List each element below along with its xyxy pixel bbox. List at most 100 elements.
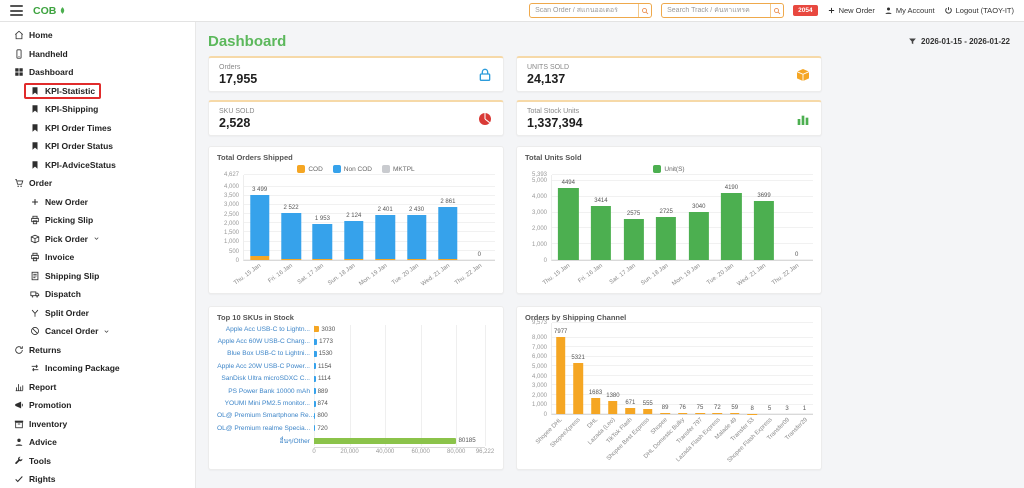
date-range-filter[interactable]: 2026-01-15 - 2026-01-22: [908, 37, 1010, 46]
sku-label[interactable]: OL@ Premium realme Specia...: [217, 425, 314, 432]
sidebar-item-returns[interactable]: Returns: [0, 341, 195, 360]
kpi-card-units-sold: UNITS SOLD 24,137: [516, 56, 822, 92]
sidebar-item-label: KPI-Statistic: [45, 85, 96, 96]
bar-shopee-dhl: 7977: [552, 323, 569, 414]
dashboard-icon: [14, 67, 24, 77]
sku-label[interactable]: OL@ Premium Smartphone Re...: [217, 412, 314, 419]
sidebar-item-pick-order[interactable]: Pick Order: [0, 230, 195, 249]
bookmark-icon: [30, 123, 40, 133]
sku-label[interactable]: PS Power Bank 10000 mAh: [217, 388, 314, 395]
bar-thu-22-jan: 0: [780, 175, 813, 260]
sidebar-item-picking-slip[interactable]: Picking Slip: [0, 211, 195, 230]
kpi-meta: Orders 17,955: [219, 64, 257, 86]
logout-button[interactable]: Logout (TAOY-IT): [944, 6, 1014, 15]
sidebar-item-tools[interactable]: Tools: [0, 452, 195, 471]
sidebar-item-kpi-shipping[interactable]: KPI-Shipping: [0, 100, 195, 119]
kpi-meta: UNITS SOLD 24,137: [527, 64, 569, 86]
power-icon: [944, 6, 953, 15]
legend-item[interactable]: Unit(S): [653, 165, 685, 173]
bar-value: 75: [696, 405, 704, 412]
sidebar-item-home[interactable]: Home: [0, 26, 195, 45]
menu-icon[interactable]: [10, 5, 23, 16]
bar-value: 2 124: [346, 212, 362, 219]
bar-value: 800: [317, 412, 328, 420]
scan-order-input[interactable]: [530, 7, 639, 14]
bar-shopeexpress: 5321: [569, 323, 586, 414]
sidebar: Home Handheld Dashboard KPI-Statistic KPI-Sh…: [0, 22, 196, 488]
sidebar-item-dashboard[interactable]: Dashboard: [0, 63, 195, 82]
barchart-icon: [795, 111, 811, 127]
sku-label[interactable]: อื่นๆ/Other: [217, 435, 314, 446]
bar-value: 3699: [757, 193, 771, 199]
legend-item[interactable]: Non COD: [332, 165, 372, 173]
notification-badge[interactable]: 2054: [793, 5, 818, 16]
sku-label[interactable]: Apple Acc USB-C to Lightn...: [217, 326, 314, 333]
sidebar-item-cancel-order[interactable]: Cancel Order: [0, 322, 195, 341]
sidebar-item-kpi-advicestatus[interactable]: KPI-AdviceStatus: [0, 156, 195, 175]
bar-value: 59: [731, 405, 739, 412]
sidebar-item-kpi-order-status[interactable]: KPI Order Status: [0, 137, 195, 156]
app-logo[interactable]: COB: [33, 5, 67, 17]
sidebar-item-invoice[interactable]: Invoice: [0, 248, 195, 267]
bar-value: 1: [802, 406, 807, 412]
kpi-meta: Total Stock Units 1,337,394: [527, 108, 583, 130]
bar-tiktok-flash: 671: [622, 323, 639, 414]
check-icon: [14, 474, 24, 484]
sidebar-item-rights[interactable]: Rights: [0, 470, 195, 488]
sidebar-item-handheld[interactable]: Handheld: [0, 45, 195, 64]
legend-item[interactable]: COD: [297, 165, 323, 173]
bar-lazada-flash-express: 72: [709, 323, 726, 414]
legend-item[interactable]: MKTPL: [381, 165, 415, 173]
search-track-search[interactable]: [661, 3, 785, 18]
bar-value: 0: [477, 252, 481, 258]
search-track-input[interactable]: [662, 7, 771, 14]
sidebar-item-report[interactable]: Report: [0, 378, 195, 397]
y-axis: 0 500 1,000 1,500 2,000 2,500 3,000 3,500 4,000 4…: [223, 172, 239, 264]
kpi-grid: Orders 17,955 UNITS SOLD 24,137 SKU SOLD 2,52…: [208, 56, 1010, 136]
sidebar-item-inventory[interactable]: Inventory: [0, 415, 195, 434]
search-icon[interactable]: [770, 4, 783, 17]
person-icon: [884, 6, 893, 15]
search-icon[interactable]: [638, 4, 651, 17]
sidebar-item-advice[interactable]: Advice: [0, 433, 195, 452]
sku-row: SanDisk Ultra microSDXC C... 1114: [217, 373, 495, 385]
sidebar-item-new-order[interactable]: New Order: [0, 193, 195, 212]
sidebar-item-promotion[interactable]: Promotion: [0, 396, 195, 415]
sidebar-item-label: Dispatch: [45, 289, 81, 300]
bar-value: 72: [714, 405, 721, 412]
kpi-label: Total Stock Units: [527, 107, 580, 115]
bar-value: 3: [785, 406, 789, 412]
sidebar-item-kpi-statistic[interactable]: KPI-Statistic: [0, 82, 195, 101]
bar-value: 1683: [588, 389, 603, 396]
sidebar-item-split-order[interactable]: Split Order: [0, 304, 195, 323]
sidebar-item-label: Home: [29, 30, 53, 41]
sidebar-item-incoming-package[interactable]: Incoming Package: [0, 359, 195, 378]
sidebar-item-kpi-order-times[interactable]: KPI Order Times: [0, 119, 195, 138]
bar-malade-49: 59: [726, 323, 743, 414]
sidebar-item-dispatch[interactable]: Dispatch: [0, 285, 195, 304]
scan-order-search[interactable]: [529, 3, 653, 18]
bar-lazada-leo: 1380: [604, 323, 621, 414]
sidebar-item-label: Pick Order: [45, 233, 88, 244]
sku-label[interactable]: YOUMI Mini PM2.5 monitor...: [217, 400, 314, 407]
sku-label[interactable]: SanDisk Ultra microSDXC C...: [217, 375, 314, 382]
sidebar-item-order[interactable]: Order: [0, 174, 195, 193]
sku-label[interactable]: Apple Acc 20W USB-C Power...: [217, 363, 314, 370]
kpi-card-total-stock-units: Total Stock Units 1,337,394: [516, 100, 822, 136]
bar-value: 80185: [458, 437, 476, 445]
person-icon: [14, 437, 24, 447]
home-icon: [14, 30, 24, 40]
sidebar-item-label: Rights: [29, 474, 56, 485]
bar-wed-21-jan: 2 861: [432, 175, 463, 260]
bar-value: 1530: [318, 350, 333, 358]
bar-value: 2575: [626, 210, 641, 217]
x-axis: Thu. 15 Jan Fri. 16 Jan Sat. 17 Jan Sun. 18…: [233, 263, 483, 288]
my-account-button[interactable]: My Account: [884, 6, 935, 15]
sidebar-item-shipping-slip[interactable]: Shipping Slip: [0, 267, 195, 286]
sidebar-item-label: Inventory: [29, 418, 68, 429]
new-order-button[interactable]: New Order: [827, 6, 875, 15]
sku-label[interactable]: Apple Acc 60W USB-C Charg...: [217, 338, 314, 345]
sku-label[interactable]: Blue Box USB-C to Lightni...: [217, 350, 314, 357]
bar-value: 2 861: [440, 198, 456, 205]
bar-shopee-best-express: 555: [639, 323, 656, 414]
